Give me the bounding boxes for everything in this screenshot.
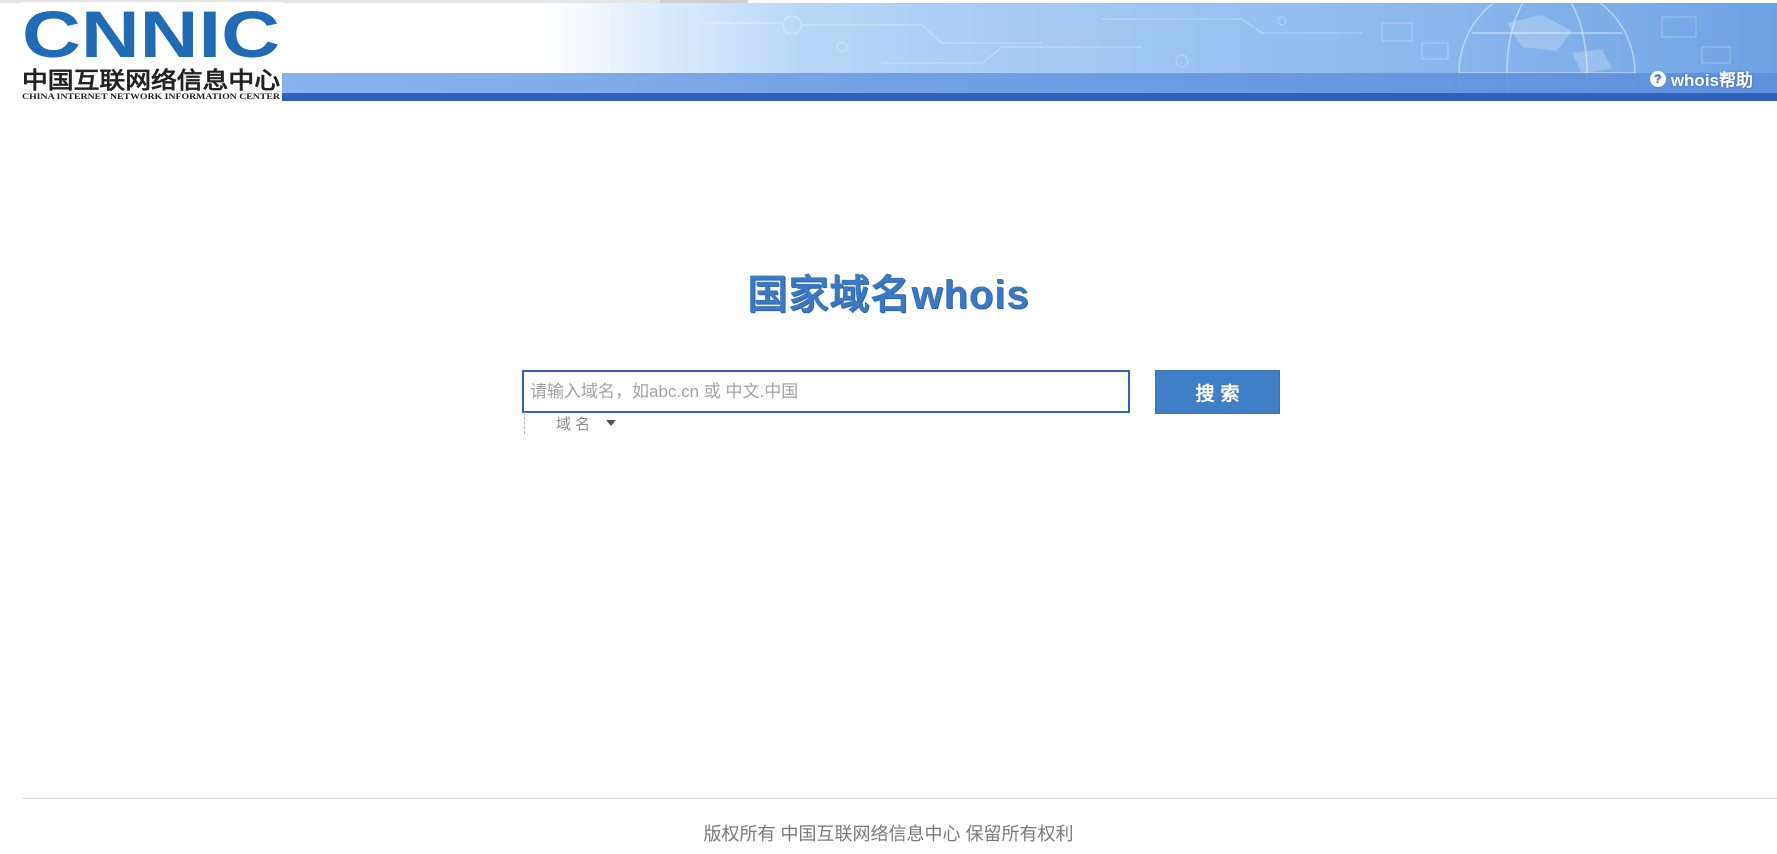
footer-divider bbox=[22, 798, 1777, 799]
banner-bottom-stripe bbox=[282, 93, 1777, 101]
question-circle-icon: ? bbox=[1649, 70, 1666, 87]
search-type-dropdown[interactable]: 域名 bbox=[524, 412, 617, 434]
whois-help-link[interactable]: ? whois帮助 bbox=[1649, 66, 1753, 91]
footer-copyright: 版权所有 中国互联网络信息中心 保留所有权利 bbox=[703, 824, 1074, 844]
domain-search-input[interactable] bbox=[522, 370, 1130, 413]
logo-subtitle-en: CHINA INTERNET NETWORK INFORMATION CENTE… bbox=[22, 92, 280, 100]
search-type-label: 域名 bbox=[556, 415, 595, 433]
header-banner bbox=[282, 3, 1777, 101]
whois-help-label: whois帮助 bbox=[1670, 71, 1753, 90]
caret-down-icon bbox=[606, 420, 617, 426]
search-button[interactable]: 搜索 bbox=[1155, 370, 1280, 414]
cnnic-logo[interactable]: CNNIC 中国互联网络信息中心 CHINA INTERNET NETWORK … bbox=[22, 2, 282, 100]
header: CNNIC 中国互联网络信息中心 CHINA INTERNET NETWORK … bbox=[0, 0, 1777, 101]
page-title: 国家域名whois bbox=[747, 273, 1030, 317]
logo-subtitle-cn: 中国互联网络信息中心 bbox=[22, 67, 280, 93]
banner-band bbox=[282, 73, 1777, 93]
logo-wordmark: CNNIC bbox=[22, 2, 280, 71]
